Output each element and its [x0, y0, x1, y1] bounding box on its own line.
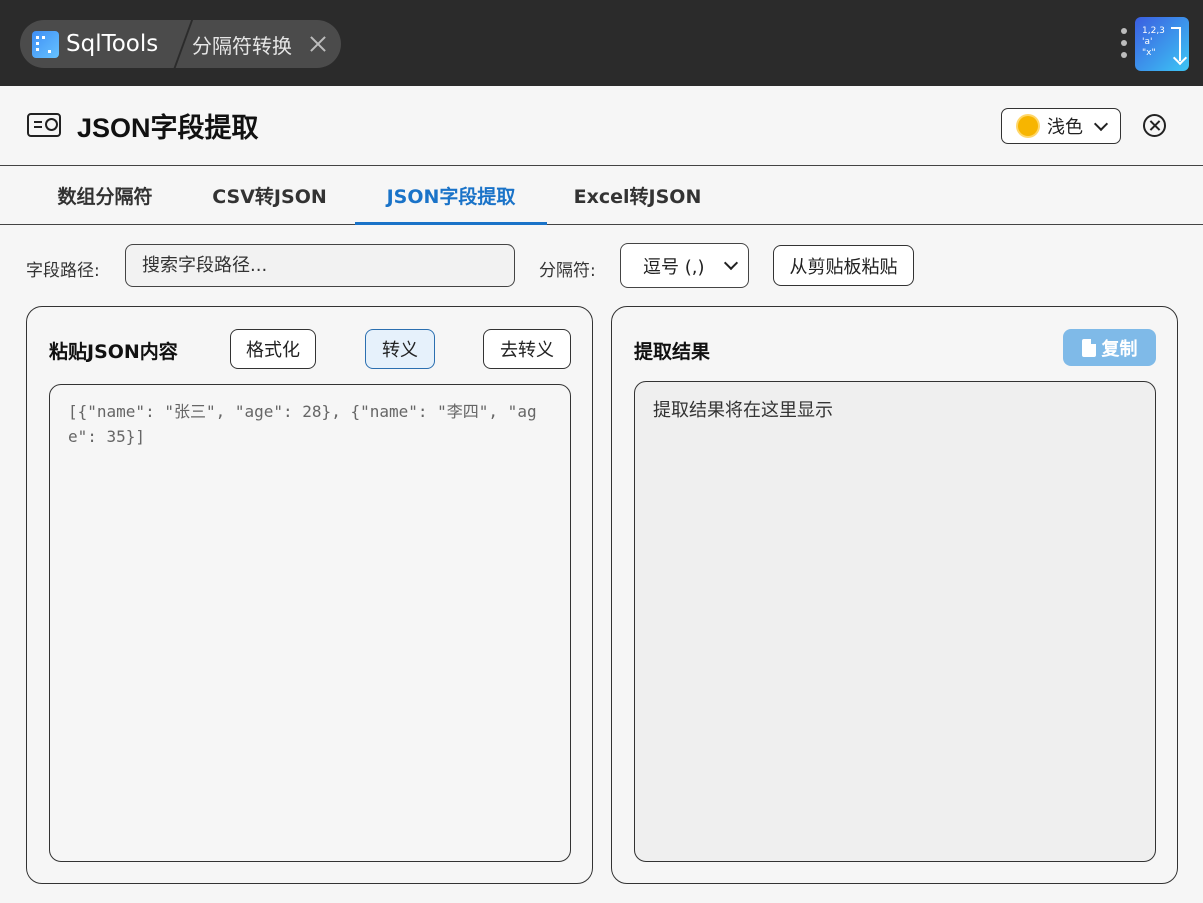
field-path-label: 字段路径:: [26, 261, 100, 281]
json-content-textarea[interactable]: [{"name": "张三", "age": 28}, {"name": "李四…: [49, 384, 571, 862]
separator-select[interactable]: 逗号 (,): [620, 243, 749, 288]
format-button[interactable]: 格式化: [230, 329, 316, 369]
app-tab[interactable]: SqlTools: [20, 20, 188, 68]
corner-icon-line: 'a': [1142, 37, 1153, 47]
app-name: SqlTools: [66, 31, 159, 57]
app-logo-icon: [32, 30, 59, 58]
corner-icon-line: 1,2,3: [1142, 26, 1165, 36]
escape-button[interactable]: 转义: [365, 329, 435, 369]
main-window: JSON字段提取 浅色 数组分隔符 CSV转JSON JSON字段提取 Exce…: [0, 86, 1203, 903]
chevron-down-icon: [723, 255, 739, 271]
sun-icon: [1018, 116, 1038, 136]
copy-icon: [1081, 338, 1096, 357]
arrow-down-icon: [1171, 27, 1181, 61]
json-input-panel: 粘贴JSON内容 格式化 转义 去转义 [{"name": "张三", "age…: [26, 306, 593, 884]
separator-convert-app-icon[interactable]: 1,2,3 'a' "x": [1135, 17, 1189, 71]
id-card-icon: [27, 113, 61, 137]
close-tab-icon[interactable]: [306, 32, 330, 56]
unescape-button[interactable]: 去转义: [483, 329, 571, 369]
tab-csv-to-json[interactable]: CSV转JSON: [197, 167, 342, 224]
json-input-title: 粘贴JSON内容: [49, 341, 178, 363]
tab-array-separator[interactable]: 数组分隔符: [36, 167, 174, 224]
result-title: 提取结果: [634, 341, 711, 363]
separator-label: 分隔符:: [539, 261, 596, 281]
copy-button-label: 复制: [1101, 338, 1138, 360]
tab-excel-to-json[interactable]: Excel转JSON: [560, 167, 715, 224]
theme-value: 浅色: [1047, 117, 1083, 138]
copy-button[interactable]: 复制: [1063, 329, 1156, 366]
separator-value: 逗号 (,): [643, 256, 705, 278]
result-output[interactable]: 提取结果将在这里显示: [634, 381, 1156, 862]
page-header: JSON字段提取 浅色: [0, 86, 1203, 166]
paste-from-clipboard-button[interactable]: 从剪贴板粘贴: [773, 245, 914, 286]
close-icon[interactable]: [1143, 114, 1166, 137]
field-path-search-input[interactable]: [125, 244, 515, 287]
toolbar: 字段路径: 分隔符: 逗号 (,) 从剪贴板粘贴: [0, 226, 1203, 306]
tab-bar: 数组分隔符 CSV转JSON JSON字段提取 Excel转JSON: [0, 167, 1203, 225]
result-panel: 提取结果 复制 提取结果将在这里显示: [611, 306, 1178, 884]
more-options-icon[interactable]: [1118, 28, 1130, 62]
title-bar: SqlTools 分隔符转换 1,2,3 'a' "x": [0, 0, 1203, 86]
tab-strip: SqlTools 分隔符转换: [20, 20, 341, 68]
tab-json-field-extract[interactable]: JSON字段提取: [355, 167, 547, 225]
open-tab-label[interactable]: 分隔符转换: [192, 20, 292, 68]
page-title: JSON字段提取: [77, 113, 259, 143]
chevron-down-icon: [1093, 116, 1109, 132]
theme-select[interactable]: 浅色: [1001, 108, 1121, 144]
